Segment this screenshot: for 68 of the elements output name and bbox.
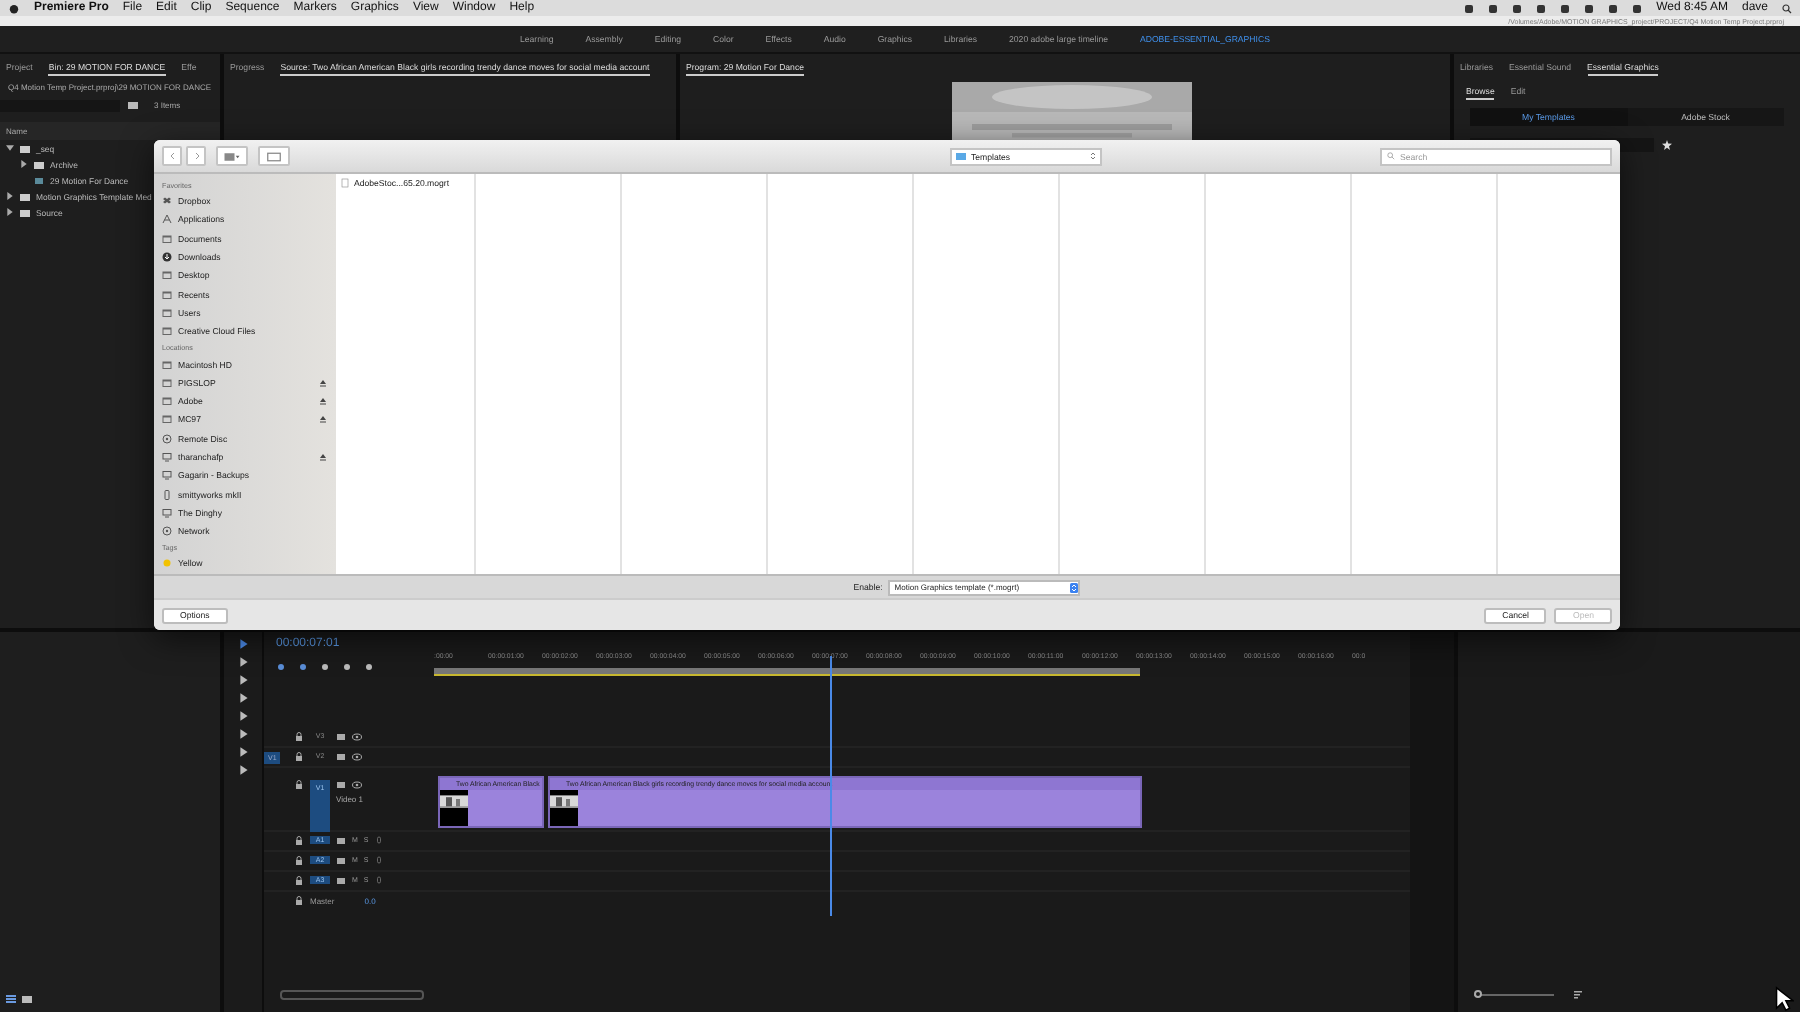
- folder-icon: [162, 289, 172, 300]
- folder-icon[interactable]: [22, 994, 32, 1004]
- timeline-option-icon[interactable]: [342, 662, 352, 672]
- folder-icon: [162, 307, 172, 318]
- status-icon[interactable]: [1584, 3, 1595, 13]
- disc-icon: [162, 433, 172, 444]
- mouse-cursor: [1774, 986, 1794, 1012]
- up-down-arrows-icon: [1089, 152, 1095, 160]
- timeline-option-icon[interactable]: [320, 662, 330, 672]
- view-mode-button[interactable]: [216, 146, 248, 166]
- folder-icon: [162, 233, 172, 244]
- disclosure-triangle[interactable]: [6, 208, 14, 216]
- monitor-icon: [162, 452, 172, 462]
- drive-icon: [162, 359, 172, 370]
- status-icon[interactable]: [1512, 3, 1523, 13]
- folder-icon: [162, 326, 172, 337]
- status-icon[interactable]: [1560, 3, 1571, 13]
- columns-view-icon: [224, 151, 240, 161]
- status-icon[interactable]: [1632, 3, 1643, 13]
- folder-outline-icon: [266, 151, 282, 161]
- lock-icon[interactable]: [294, 876, 304, 886]
- star-icon[interactable]: [1662, 140, 1672, 150]
- status-icon[interactable]: [1464, 3, 1475, 13]
- disclosure-triangle[interactable]: [6, 144, 14, 152]
- monitor-icon: [162, 470, 172, 481]
- applications-icon: [162, 214, 172, 225]
- eye-icon[interactable]: [352, 752, 362, 762]
- eye-icon[interactable]: [352, 780, 362, 790]
- sequence-icon: [34, 175, 44, 185]
- drive-icon: [162, 414, 172, 425]
- list-view-icon[interactable]: [6, 994, 16, 1004]
- drive-icon: [162, 377, 172, 388]
- box-icon: [162, 196, 172, 207]
- sync-lock-icon[interactable]: [336, 780, 346, 790]
- eject-icon[interactable]: [318, 414, 328, 425]
- sort-icon[interactable]: [1574, 990, 1584, 1000]
- disclosure-triangle[interactable]: [6, 192, 14, 200]
- folder-icon: [955, 152, 965, 160]
- search-icon[interactable]: [1782, 3, 1792, 13]
- eject-icon[interactable]: [318, 452, 328, 462]
- phone-icon: [162, 489, 172, 500]
- folder-icon[interactable]: [128, 100, 138, 110]
- timeline-option-icon[interactable]: [276, 662, 286, 672]
- globe-icon: [162, 526, 172, 537]
- disclosure-triangle[interactable]: [20, 160, 28, 168]
- lock-icon[interactable]: [294, 836, 304, 846]
- status-icon[interactable]: [1488, 3, 1499, 13]
- lock-icon[interactable]: [294, 732, 304, 742]
- drive-icon: [162, 396, 172, 407]
- eject-icon[interactable]: [318, 377, 328, 388]
- lock-icon[interactable]: [294, 896, 304, 906]
- lock-icon[interactable]: [294, 856, 304, 866]
- slider-thumb[interactable]: [1474, 990, 1482, 998]
- status-icon[interactable]: [1536, 3, 1547, 13]
- lock-icon[interactable]: [294, 752, 304, 762]
- folder-icon: [162, 270, 172, 281]
- up-down-arrows-icon: [1070, 581, 1079, 593]
- zoom-scrollbar[interactable]: [280, 990, 424, 1000]
- download-icon: [162, 252, 172, 263]
- eye-icon[interactable]: [352, 732, 362, 742]
- lock-icon[interactable]: [294, 780, 304, 790]
- status-icon[interactable]: [1608, 3, 1619, 13]
- search-icon: [1386, 152, 1396, 160]
- timeline-option-icon[interactable]: [364, 662, 374, 672]
- timeline-option-icon[interactable]: [298, 662, 308, 672]
- new-folder-button[interactable]: [258, 146, 290, 166]
- monitor-icon: [162, 507, 172, 518]
- eject-icon[interactable]: [318, 396, 328, 407]
